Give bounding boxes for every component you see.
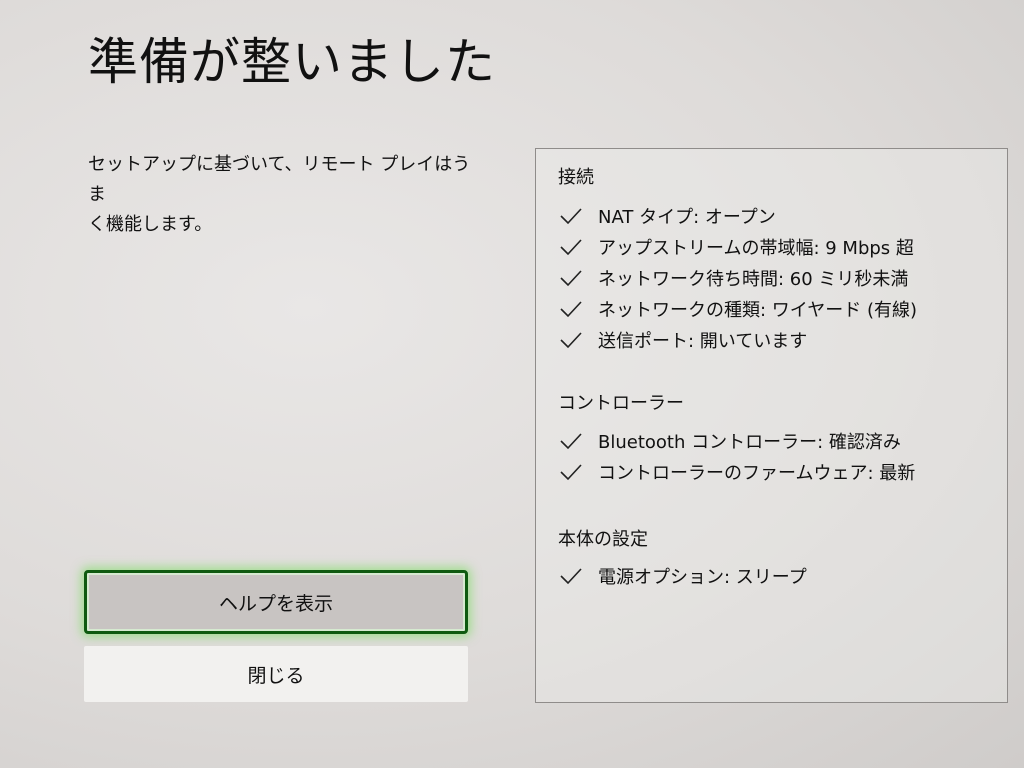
- controller-section-title: コントローラー: [558, 393, 684, 414]
- check-item-outbound-port: 送信ポート: 開いています: [558, 325, 807, 355]
- check-item-label: アップストリームの帯域幅: 9 Mbps 超: [598, 238, 914, 259]
- close-button-label: 閉じる: [247, 664, 305, 687]
- check-item-label: ネットワーク待ち時間: 60 ミリ秒未満: [598, 269, 909, 290]
- close-button[interactable]: 閉じる: [84, 646, 468, 702]
- check-icon: [558, 461, 584, 483]
- check-item-label: Bluetooth コントローラー: 確認済み: [598, 432, 901, 453]
- check-item-label: ネットワークの種類: ワイヤード (有線): [598, 300, 918, 321]
- check-icon: [558, 267, 584, 289]
- check-item-controller-firmware: コントローラーのファームウェア: 最新: [558, 457, 915, 487]
- check-item-bluetooth-controller: Bluetooth コントローラー: 確認済み: [558, 426, 901, 456]
- check-item-upstream-bandwidth: アップストリームの帯域幅: 9 Mbps 超: [558, 232, 914, 262]
- connection-section-title: 接続: [558, 167, 594, 188]
- check-item-label: 電源オプション: スリープ: [598, 567, 807, 588]
- console-settings-section-title: 本体の設定: [558, 529, 648, 550]
- check-item-nat-type: NAT タイプ: オープン: [558, 201, 776, 231]
- check-icon: [558, 329, 584, 351]
- check-item-label: 送信ポート: 開いています: [598, 331, 808, 352]
- page-title: 準備が整いました: [88, 33, 496, 91]
- check-item-network-type: ネットワークの種類: ワイヤード (有線): [558, 294, 917, 324]
- description-line-1: セットアップに基づいて、リモート プレイはうま: [88, 154, 471, 205]
- setup-description: セットアップに基づいて、リモート プレイはうま く機能します。: [88, 150, 488, 240]
- check-item-network-latency: ネットワーク待ち時間: 60 ミリ秒未満: [558, 263, 908, 293]
- description-line-2: く機能します。: [88, 214, 213, 235]
- status-panel[interactable]: 接続 NAT タイプ: オープン アップストリームの帯域幅: 9 Mbps 超 …: [535, 148, 1008, 703]
- check-icon: [558, 298, 584, 320]
- check-icon: [558, 565, 584, 587]
- check-item-power-option: 電源オプション: スリープ: [558, 561, 807, 591]
- check-icon: [558, 430, 584, 452]
- check-icon: [558, 236, 584, 258]
- check-item-label: コントローラーのファームウェア: 最新: [598, 463, 916, 484]
- show-help-button-label: ヘルプを表示: [218, 592, 333, 615]
- show-help-button[interactable]: ヘルプを表示: [84, 570, 468, 634]
- check-item-label: NAT タイプ: オープン: [598, 207, 776, 228]
- check-icon: [558, 205, 584, 227]
